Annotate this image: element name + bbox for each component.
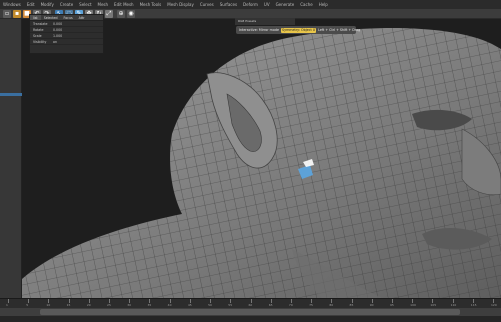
- timeline-tick-label: 100: [410, 303, 416, 307]
- timeline-tick-label: 5: [26, 303, 29, 307]
- menu-bar: Windows Edit Modify Create Select Mesh E…: [0, 0, 501, 9]
- menu-item[interactable]: Edit: [27, 0, 35, 9]
- timeline-tick-label: 75: [309, 303, 313, 307]
- timeline-tick-label: 50: [208, 303, 212, 307]
- render-icon[interactable]: ◉: [127, 10, 135, 18]
- menu-item[interactable]: Surfaces: [220, 0, 237, 9]
- timeline-tick: [8, 299, 9, 303]
- hud-hint: Left + Ctrl + Shift + Drag: [318, 28, 361, 32]
- timeline-tick-label: 105: [430, 303, 437, 307]
- timeline-tick-label: 25: [107, 303, 111, 307]
- new-scene-icon[interactable]: ▫: [3, 10, 11, 18]
- snap-icon[interactable]: ⊕: [117, 10, 125, 18]
- menu-item[interactable]: Deform: [243, 0, 258, 9]
- timeline-tick-label: 90: [369, 303, 374, 307]
- symmetry-badge[interactable]: Symmetry: Object X: [281, 27, 317, 33]
- menu-item[interactable]: Select: [79, 0, 91, 9]
- hud-title: Interactive: Mirror mode: [239, 28, 280, 32]
- timeline-tick-label: 15: [66, 303, 71, 307]
- menu-item[interactable]: Curves: [200, 0, 214, 9]
- time-slider[interactable]: 1 5 10 15 20 25 30 35 40 45 50 55 60 65 70 75 80 85 90 95 10…: [0, 298, 501, 308]
- attr-value[interactable]: 0.000: [53, 27, 73, 32]
- menu-item[interactable]: Cache: [300, 0, 312, 9]
- timeline-tick-label: 95: [389, 303, 394, 307]
- range-slider-handle[interactable]: [40, 309, 460, 315]
- timeline-tick: [28, 299, 30, 303]
- presets-label[interactable]: RG8 Presets: [235, 18, 295, 25]
- menu-item[interactable]: Help: [319, 0, 328, 9]
- timeline-tick-label: 120: [491, 303, 497, 307]
- menu-item[interactable]: Edit Mesh: [114, 0, 134, 9]
- timeline-tick-label: 115: [470, 303, 477, 307]
- menu-item[interactable]: UV: [264, 0, 270, 9]
- timeline-tick-label: 80: [329, 303, 334, 307]
- timeline-tick-label: 60: [248, 303, 253, 307]
- hud-bar: Interactive: Mirror mode Symmetry: Objec…: [236, 26, 360, 34]
- menu-item[interactable]: Modify: [41, 0, 54, 9]
- maya-window: Windows Edit Modify Create Select Mesh E…: [0, 0, 501, 322]
- timeline-tick-label: 10: [46, 303, 51, 307]
- menu-item[interactable]: Mesh: [98, 0, 109, 9]
- open-icon[interactable]: ▪: [13, 10, 21, 18]
- attr-name: Translate: [33, 22, 48, 26]
- attr-value[interactable]: on: [53, 39, 73, 44]
- tab-list[interactable]: list: [30, 15, 41, 20]
- attribute-editor: list Selected Focus Attr Translate 0.000 …: [29, 14, 104, 54]
- tab-selected[interactable]: Selected: [41, 15, 61, 20]
- timeline-tick-label: 1: [6, 303, 8, 307]
- range-slider[interactable]: [0, 308, 501, 316]
- timeline-tick-label: 110: [450, 303, 457, 307]
- attr-value[interactable]: 0.000: [53, 21, 73, 26]
- timeline-tick-label: 30: [127, 303, 132, 307]
- tool-strip: [0, 19, 22, 303]
- scale-icon[interactable]: ⤢: [105, 10, 113, 18]
- menu-item[interactable]: Mesh Display: [167, 0, 194, 9]
- tab-attr[interactable]: Attr: [76, 15, 88, 20]
- timeline-tick-label: 55: [228, 303, 233, 307]
- mesh-render: [22, 27, 501, 298]
- tab-focus[interactable]: Focus: [61, 15, 76, 20]
- attr-name: Visibility: [33, 40, 47, 44]
- attr-name: Rotate: [33, 28, 44, 32]
- timeline-tick-label: 65: [268, 303, 273, 307]
- timeline-tick-label: 20: [86, 303, 91, 307]
- menu-item[interactable]: Windows: [3, 0, 21, 9]
- timeline-tick-label: 70: [288, 303, 293, 307]
- selected-tool-marker: [0, 93, 22, 96]
- menu-item[interactable]: Generate: [276, 0, 295, 9]
- menu-item[interactable]: Create: [60, 0, 73, 9]
- timeline-tick-label: 45: [187, 303, 192, 307]
- status-line: [0, 316, 501, 322]
- attr-name: Scale: [33, 34, 42, 38]
- attr-row[interactable]: Visibility on: [30, 39, 103, 45]
- 3d-viewport[interactable]: [22, 19, 501, 298]
- timeline-tick-label: 35: [147, 303, 152, 307]
- timeline-tick-label: 40: [167, 303, 172, 307]
- attr-value[interactable]: 1.000: [53, 33, 73, 38]
- menu-item[interactable]: Mesh Tools: [140, 0, 162, 9]
- timeline-tick-label: 85: [349, 303, 354, 307]
